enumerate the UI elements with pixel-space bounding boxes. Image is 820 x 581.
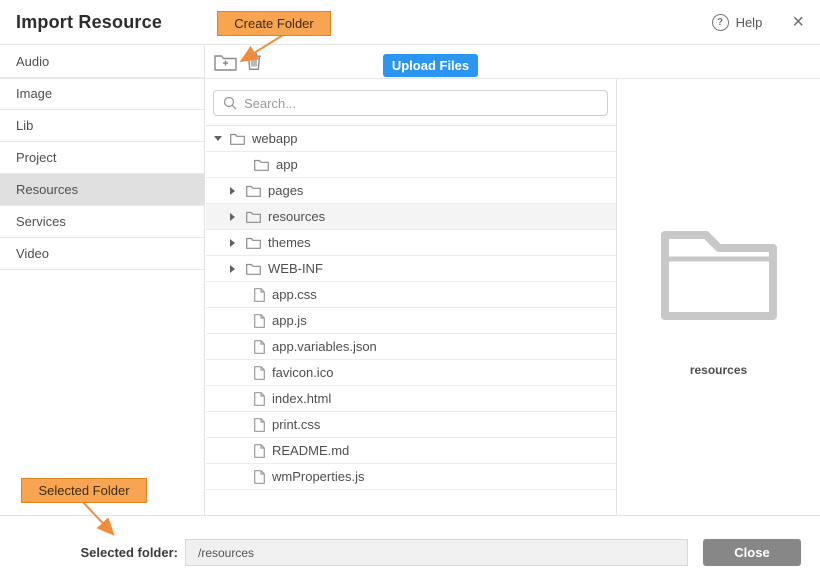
search-input[interactable] — [213, 90, 608, 116]
folder-icon — [230, 133, 245, 145]
close-button[interactable]: Close — [703, 539, 801, 566]
node-label: webapp — [252, 131, 298, 146]
file-icon — [254, 392, 265, 406]
tree-row-app.js[interactable]: app.js — [206, 308, 616, 334]
expand-icon[interactable] — [230, 239, 235, 247]
file-icon — [254, 314, 265, 328]
file-toolbar: Upload Files — [206, 46, 616, 78]
delete-icon[interactable] — [246, 52, 262, 71]
node-label: themes — [268, 235, 311, 250]
file-icon — [254, 340, 265, 354]
tree-row-favicon.ico[interactable]: favicon.ico — [206, 360, 616, 386]
tree-row-print.css[interactable]: print.css — [206, 412, 616, 438]
folder-icon — [246, 237, 261, 249]
tree-row-app[interactable]: app — [206, 152, 616, 178]
folder-icon — [254, 159, 269, 171]
tree-row-README.md[interactable]: README.md — [206, 438, 616, 464]
help-link[interactable]: Help — [736, 15, 763, 30]
node-label: app.css — [272, 287, 317, 302]
file-icon — [254, 470, 265, 484]
tree-row-app.css[interactable]: app.css — [206, 282, 616, 308]
search-icon — [223, 96, 237, 110]
folder-icon — [246, 185, 261, 197]
caret-box — [212, 136, 230, 141]
import-resource-dialog: Import Resource ? Help × AudioImageLibPr… — [0, 0, 820, 581]
header-actions: ? Help × — [712, 12, 804, 32]
expand-icon[interactable] — [230, 213, 235, 221]
tree-row-resources[interactable]: resources — [206, 204, 616, 230]
expand-icon[interactable] — [230, 187, 235, 195]
file-tree: webapp app pages resources themes WEB-INF app.… — [206, 126, 616, 515]
selected-folder-label: Selected folder: — [0, 545, 178, 560]
expand-icon[interactable] — [230, 265, 235, 273]
file-icon — [254, 444, 265, 458]
dialog-header: Import Resource ? Help × — [0, 0, 820, 45]
upload-files-button[interactable]: Upload Files — [383, 54, 478, 77]
file-icon — [254, 418, 265, 432]
node-label: pages — [268, 183, 303, 198]
node-label: README.md — [272, 443, 349, 458]
big-folder-icon — [658, 228, 780, 323]
caret-box — [228, 265, 246, 273]
folder-icon — [246, 211, 261, 223]
sidebar-item-image[interactable]: Image — [0, 78, 204, 110]
node-label: resources — [268, 209, 325, 224]
node-label: WEB-INF — [268, 261, 323, 276]
collapse-icon[interactable] — [214, 136, 222, 141]
sidebar-item-video[interactable]: Video — [0, 238, 204, 270]
sidebar-item-lib[interactable]: Lib — [0, 110, 204, 142]
tree-row-wmProperties.js[interactable]: wmProperties.js — [206, 464, 616, 490]
tree-row-app.variables.json[interactable]: app.variables.json — [206, 334, 616, 360]
tree-row-pages[interactable]: pages — [206, 178, 616, 204]
preview-panel: resources — [617, 78, 820, 515]
caret-box — [228, 239, 246, 247]
tree-row-themes[interactable]: themes — [206, 230, 616, 256]
sidebar-item-resources[interactable]: Resources — [0, 174, 204, 206]
sidebar-item-services[interactable]: Services — [0, 206, 204, 238]
toolbar-divider — [0, 78, 820, 79]
caret-box — [228, 187, 246, 195]
caret-box — [228, 213, 246, 221]
folder-icon — [246, 263, 261, 275]
tree-row-WEB-INF[interactable]: WEB-INF — [206, 256, 616, 282]
page-title: Import Resource — [16, 12, 162, 33]
search-row — [206, 78, 616, 126]
file-icon — [254, 366, 265, 380]
node-label: app.variables.json — [272, 339, 377, 354]
close-icon[interactable]: × — [792, 12, 804, 32]
node-label: print.css — [272, 417, 320, 432]
node-label: index.html — [272, 391, 331, 406]
toolbar-icons — [214, 52, 262, 71]
node-label: app.js — [272, 313, 307, 328]
search-field-wrap — [213, 90, 608, 116]
file-browser-panel: Upload Files webapp app pages resources them… — [206, 46, 616, 515]
preview-folder-name: resources — [690, 363, 747, 377]
annotation-create-folder: Create Folder — [217, 11, 331, 36]
sidebar: AudioImageLibProjectResourcesServicesVid… — [0, 46, 205, 515]
file-icon — [254, 288, 265, 302]
help-icon[interactable]: ? — [712, 14, 729, 31]
node-label: app — [276, 157, 298, 172]
dialog-footer: Selected folder: Close — [0, 515, 820, 581]
tree-row-index.html[interactable]: index.html — [206, 386, 616, 412]
annotation-selected-folder: Selected Folder — [21, 478, 147, 503]
tree-row-webapp[interactable]: webapp — [206, 126, 616, 152]
create-folder-icon[interactable] — [214, 53, 237, 71]
selected-folder-input[interactable] — [185, 539, 688, 566]
sidebar-item-audio[interactable]: Audio — [0, 46, 204, 78]
node-label: favicon.ico — [272, 365, 333, 380]
sidebar-item-project[interactable]: Project — [0, 142, 204, 174]
node-label: wmProperties.js — [272, 469, 364, 484]
